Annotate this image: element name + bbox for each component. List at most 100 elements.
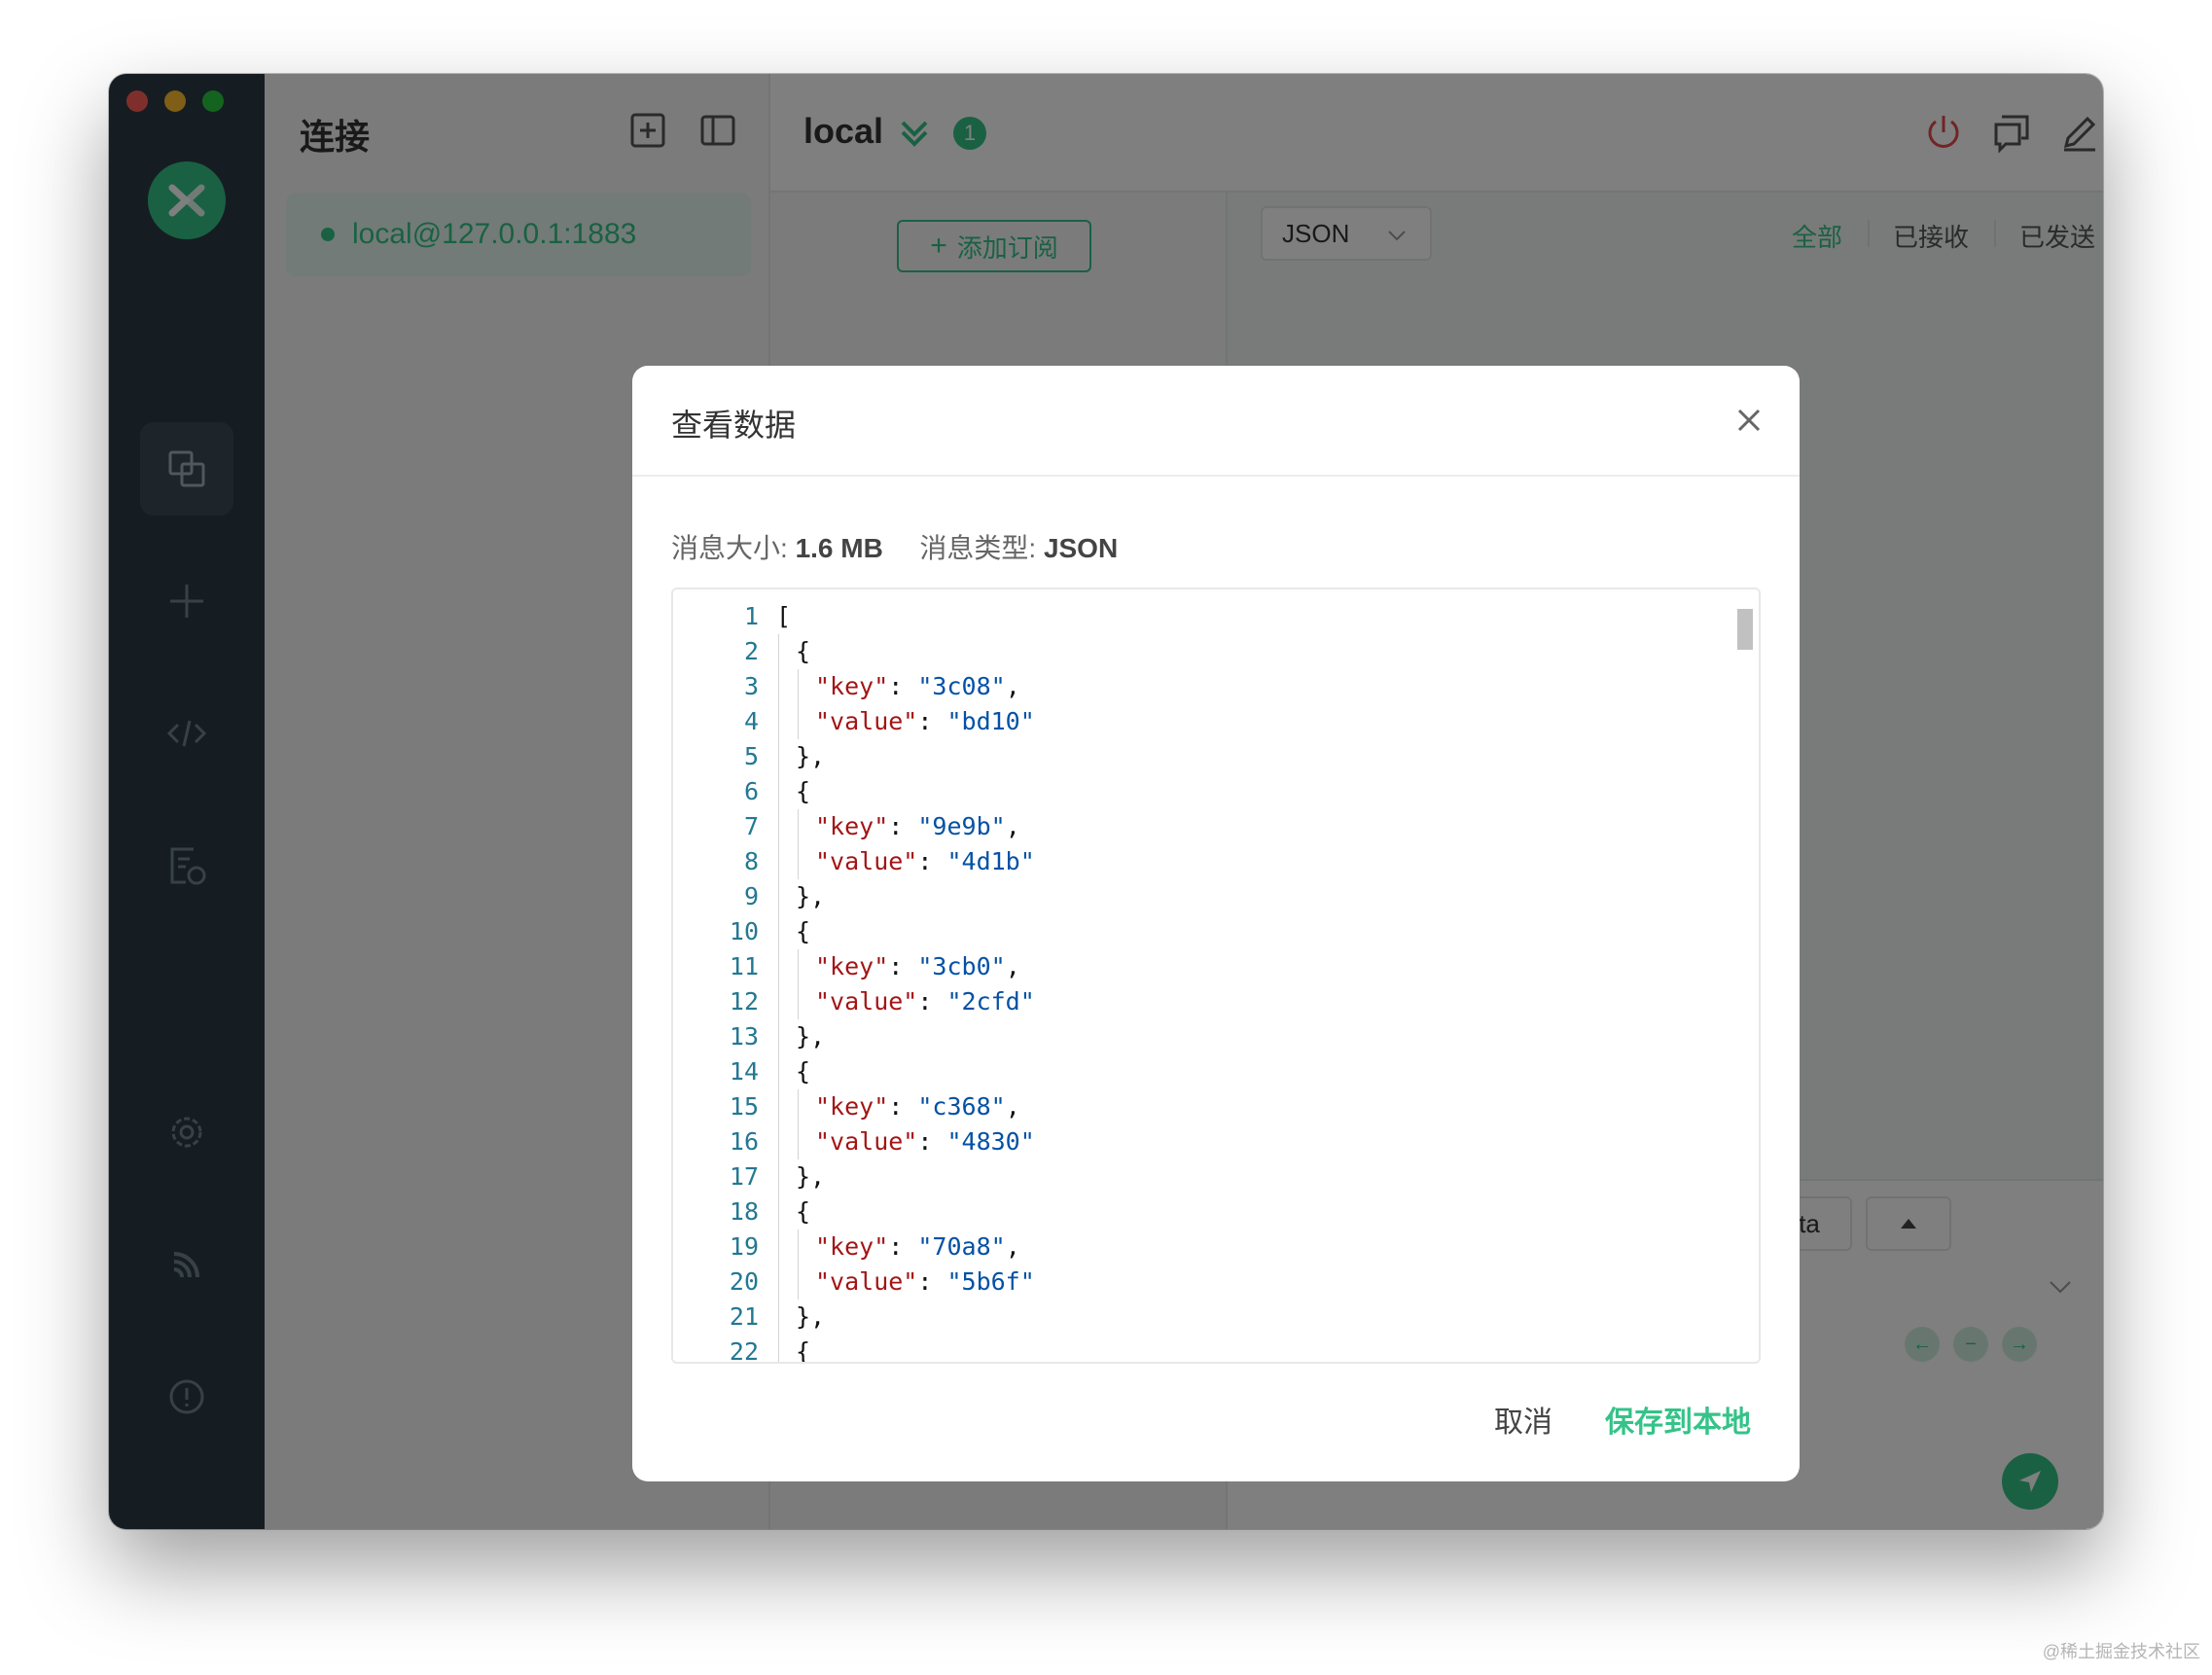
json-punctuation: , [1005,672,1020,700]
json-punctuation: { [796,1197,811,1226]
dialog-header: 查看数据 [632,366,1800,477]
json-punctuation: , [1005,1232,1020,1261]
message-type-label: 消息类型: [919,533,1037,563]
line-number: 11 [729,952,759,980]
code-line: 10 { [673,914,1724,949]
indent-guide [778,879,779,914]
editor-scrollbar[interactable] [1737,609,1753,650]
json-punctuation: : [888,1232,918,1261]
json-punctuation: : [917,1127,947,1156]
close-icon[interactable] [1733,405,1765,436]
json-punctuation: { [796,1057,811,1086]
app-window: 连接 local@127.0.0.1:1883 local 1 + 添加订阅 [109,74,2103,1529]
indent-guide [778,1089,779,1124]
json-punctuation: }, [796,1302,826,1331]
code-line: 19 "key": "70a8", [673,1230,1724,1265]
json-punctuation: }, [796,742,826,770]
indent-guide [798,704,799,739]
line-number: 12 [729,987,759,1016]
json-string: "3cb0" [917,952,1006,980]
indent-guide [778,1230,779,1265]
line-number: 5 [743,742,759,770]
line-number: 19 [729,1232,759,1261]
line-number: 8 [743,847,759,875]
code-line: 3 "key": "3c08", [673,669,1724,704]
json-punctuation: { [796,777,811,805]
json-string: "bd10" [946,707,1035,735]
code-text: "key": "70a8", [815,1230,1020,1265]
json-key: "value" [815,1267,918,1296]
code-line: 18 { [673,1194,1724,1230]
json-string: "70a8" [917,1232,1006,1261]
json-string: "9e9b" [917,812,1006,840]
json-punctuation: : [888,672,918,700]
line-number: 2 [743,637,759,665]
indent-guide [798,1089,799,1124]
save-to-local-button[interactable]: 保存到本地 [1605,1398,1751,1441]
json-key: "key" [815,1092,889,1121]
code-text: "key": "c368", [815,1089,1020,1124]
code-line: 20 "value": "5b6f" [673,1265,1724,1300]
indent-guide [778,914,779,949]
line-number: 7 [743,812,759,840]
json-punctuation: , [1005,812,1020,840]
line-number: 21 [729,1302,759,1331]
json-punctuation: { [796,1337,811,1364]
message-meta: 消息大小: 1.6 MB 消息类型: JSON [671,527,1118,566]
indent-guide [798,844,799,879]
code-text: "key": "9e9b", [815,809,1020,844]
indent-guide [778,669,779,704]
json-punctuation: }, [796,1022,826,1051]
indent-guide [778,774,779,809]
code-text: "value": "4830" [815,1124,1035,1159]
json-punctuation: : [888,1092,918,1121]
code-text: "value": "2cfd" [815,984,1035,1019]
json-punctuation: : [917,847,947,875]
line-number: 18 [729,1197,759,1226]
code-editor[interactable]: 1[2{3 "key": "3c08", 4 "value": "bd10" 5}, 6{… [671,588,1761,1364]
code-line: 4 "value": "bd10" [673,704,1724,739]
code-text: { [796,774,810,809]
json-punctuation: { [796,917,811,945]
indent-guide [778,1300,779,1335]
code-content: 1[2{3 "key": "3c08", 4 "value": "bd10" 5}, 6{… [673,599,1724,1364]
message-size-label: 消息大小: [671,533,788,563]
indent-guide [778,1159,779,1194]
code-text: "value": "4d1b" [815,844,1035,879]
json-key: "key" [815,812,889,840]
indent-guide [778,984,779,1019]
line-number: 6 [743,777,759,805]
line-number: 22 [729,1337,759,1364]
code-text: { [796,914,810,949]
line-number: 15 [729,1092,759,1121]
code-text: "key": "3cb0", [815,949,1020,984]
code-text: "value": "bd10" [815,704,1035,739]
json-key: "key" [815,672,889,700]
line-number: 20 [729,1267,759,1296]
code-text: { [796,634,810,669]
line-number: 10 [729,917,759,945]
line-number: 4 [743,707,759,735]
indent-guide [778,809,779,844]
json-punctuation: : [888,812,918,840]
json-key: "value" [815,987,918,1016]
json-punctuation: }, [796,882,826,910]
cancel-button[interactable]: 取消 [1494,1398,1552,1441]
code-line: 2{ [673,634,1724,669]
code-text: { [796,1194,810,1230]
indent-guide [778,1054,779,1089]
line-number: 3 [743,672,759,700]
json-punctuation: : [917,987,947,1016]
json-key: "value" [815,847,918,875]
json-key: "key" [815,952,889,980]
json-punctuation: , [1005,1092,1020,1121]
watermark: @稀土掘金技术社区 [2042,1642,2200,1661]
code-line: 15 "key": "c368", [673,1089,1724,1124]
code-line: 6{ [673,774,1724,809]
code-line: 17}, [673,1159,1724,1194]
code-text: }, [796,1300,825,1335]
code-line: 9}, [673,879,1724,914]
indent-guide [798,984,799,1019]
json-string: "4830" [946,1127,1035,1156]
indent-guide [778,1194,779,1230]
